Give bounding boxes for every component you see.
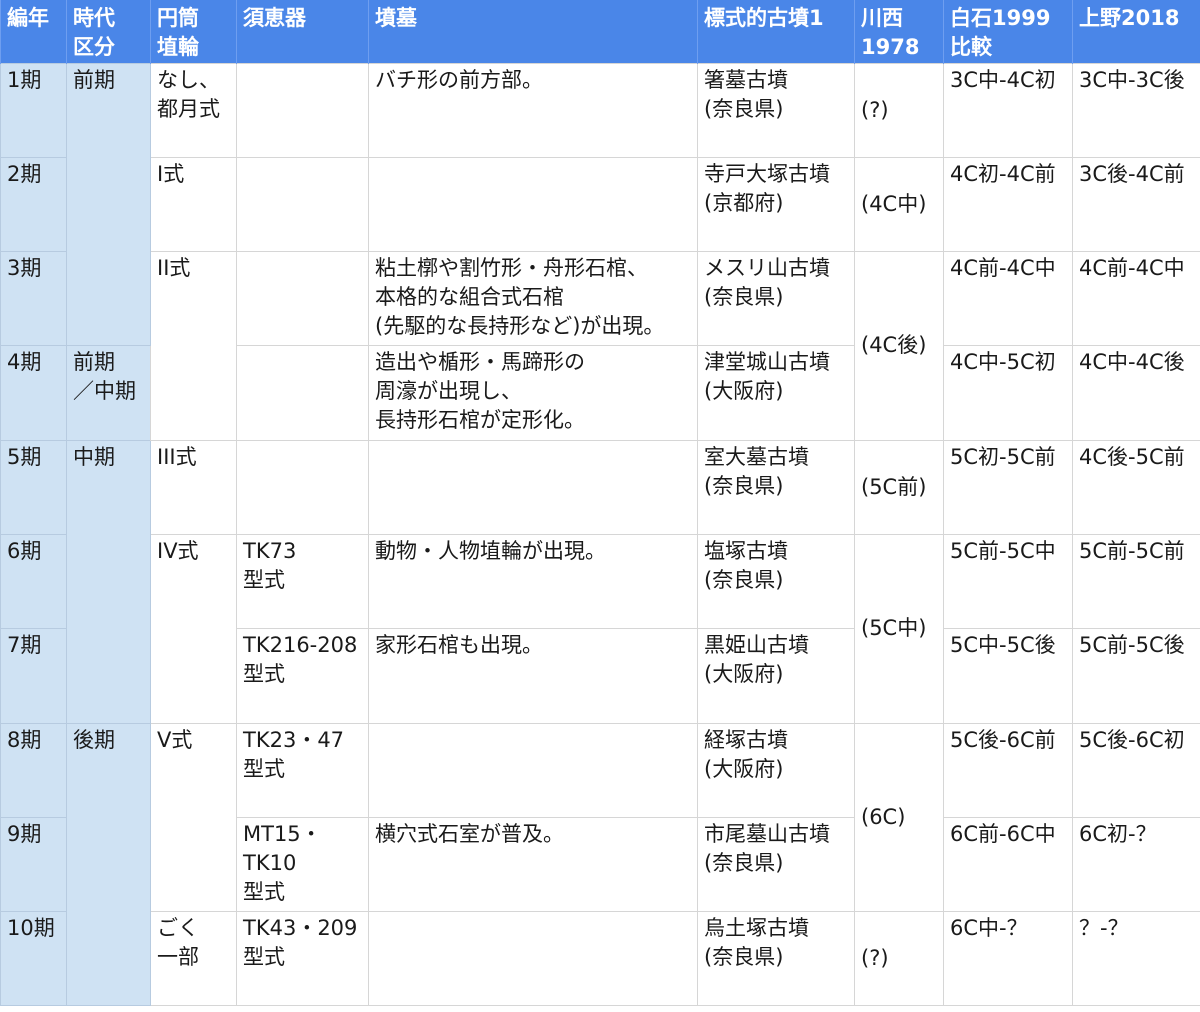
sueki-cell: TK216-208 型式 bbox=[236, 628, 369, 724]
kawanishi-cell: (?) bbox=[854, 62, 944, 158]
table-row: 3期 II式 粘土槨や割竹形・舟形石棺、 本格的な組合式石棺 (先駆的な長持形な… bbox=[0, 251, 1200, 441]
era-cell: 前期 bbox=[66, 62, 151, 347]
header-haniwa: 円筒 埴輪 bbox=[150, 0, 237, 63]
period-cell: 1期 bbox=[0, 62, 67, 158]
sueki-cell bbox=[236, 156, 369, 253]
period-cell: 5期 bbox=[0, 439, 67, 535]
era-cell: 前期 ／中期 bbox=[66, 345, 151, 441]
sueki-cell bbox=[236, 345, 369, 441]
header-sueki: 須恵器 bbox=[236, 0, 369, 63]
period-cell: 9期 bbox=[0, 816, 67, 913]
header-tombs: 墳墓 bbox=[368, 0, 698, 63]
ueno-cell: 6C初-？ bbox=[1072, 816, 1200, 913]
kofun-cell: 塩塚古墳 (奈良県) bbox=[697, 533, 855, 630]
tomb-cell: 粘土槨や割竹形・舟形石棺、 本格的な組合式石棺 (先駆的な長持形など)が出現。 bbox=[368, 251, 698, 347]
shiraishi-cell: 5C前-5C中 bbox=[943, 533, 1073, 630]
kawanishi-cell: (5C中) bbox=[854, 533, 944, 724]
period-cell: 3期 bbox=[0, 251, 67, 347]
header-era: 時代 区分 bbox=[66, 0, 151, 63]
ueno-cell: 3C中-3C後 bbox=[1072, 62, 1200, 158]
shiraishi-cell: 5C後-6C前 bbox=[943, 722, 1073, 818]
ueno-cell: 5C前-5C後 bbox=[1072, 628, 1200, 724]
sueki-cell bbox=[236, 251, 369, 347]
period-cell: 2期 bbox=[0, 156, 67, 253]
tomb-cell bbox=[368, 722, 698, 818]
header-chronology: 編年 bbox=[0, 0, 67, 63]
kawanishi-cell: (4C後) bbox=[854, 251, 944, 441]
period-cell: 6期 bbox=[0, 533, 67, 630]
sueki-cell: TK73 型式 bbox=[236, 533, 369, 630]
header-row: 編年 時代 区分 円筒 埴輪 須恵器 墳墓 標式的古墳1 川西 1978 白石1… bbox=[0, 0, 1200, 63]
tomb-cell bbox=[368, 156, 698, 253]
period-cell: 8期 bbox=[0, 722, 67, 818]
period-cell: 7期 bbox=[0, 628, 67, 724]
sueki-cell: TK23・47 型式 bbox=[236, 722, 369, 818]
ueno-cell: 5C前-5C前 bbox=[1072, 533, 1200, 630]
header-type-kofun: 標式的古墳1 bbox=[697, 0, 855, 63]
ueno-cell: 3C後-4C前 bbox=[1072, 156, 1200, 253]
era-cell: 後期 bbox=[66, 722, 151, 1007]
kofun-cell: 室大墓古墳 (奈良県) bbox=[697, 439, 855, 535]
kawanishi-cell: (4C中) bbox=[854, 156, 944, 253]
tomb-cell bbox=[368, 911, 698, 1007]
table-row: 6期 IV式 TK73 型式 動物・人物埴輪が出現。 塩塚古墳 (奈良県) (5… bbox=[0, 533, 1200, 724]
table-row: 2期 I式 寺戸大塚古墳 (京都府) (4C中) 4C初-4C前 3C後-4C前 bbox=[0, 156, 1200, 253]
kofun-cell: 黒姫山古墳 (大阪府) bbox=[697, 628, 855, 724]
table-row: 8期 後期 V式 TK23・47 型式 経塚古墳 (大阪府) (6C) 5C後-… bbox=[0, 722, 1200, 1007]
haniwa-cell: IV式 bbox=[150, 533, 237, 724]
haniwa-cell: なし、 都月式 bbox=[150, 62, 237, 158]
shiraishi-cell: 6C中-？ bbox=[943, 911, 1073, 1007]
header-shiraishi: 白石1999 比較 bbox=[943, 0, 1073, 63]
table-row: 1期 前期 なし、 都月式 バチ形の前方部。 箸墓古墳 (奈良県) (?) 3C… bbox=[0, 62, 1200, 347]
sueki-cell: TK43・209 型式 bbox=[236, 911, 369, 1007]
shiraishi-cell: 6C前-6C中 bbox=[943, 816, 1073, 913]
haniwa-cell: I式 bbox=[150, 156, 237, 253]
kofun-cell: 烏土塚古墳 (奈良県) bbox=[697, 911, 855, 1007]
tomb-cell: 造出や楯形・馬蹄形の 周濠が出現し、 長持形石棺が定形化。 bbox=[368, 345, 698, 441]
shiraishi-cell: 4C中-5C初 bbox=[943, 345, 1073, 441]
kofun-cell: 市尾墓山古墳 (奈良県) bbox=[697, 816, 855, 913]
table-row: 10期 ごく 一部 TK43・209 型式 烏土塚古墳 (奈良県) (?) 6C… bbox=[0, 911, 1200, 1007]
period-cell: 10期 bbox=[0, 911, 67, 1007]
kofun-cell: 津堂城山古墳 (大阪府) bbox=[697, 345, 855, 441]
ueno-cell: 4C中-4C後 bbox=[1072, 345, 1200, 441]
kofun-cell: 箸墓古墳 (奈良県) bbox=[697, 62, 855, 158]
kawanishi-cell: (5C前) bbox=[854, 439, 944, 535]
kofun-cell: 経塚古墳 (大阪府) bbox=[697, 722, 855, 818]
tomb-cell: バチ形の前方部。 bbox=[368, 62, 698, 158]
haniwa-cell: V式 bbox=[150, 722, 237, 913]
header-kawanishi: 川西 1978 bbox=[854, 0, 944, 63]
ueno-cell: 5C後-6C初 bbox=[1072, 722, 1200, 818]
ueno-cell: 4C後-5C前 bbox=[1072, 439, 1200, 535]
tomb-cell: 動物・人物埴輪が出現。 bbox=[368, 533, 698, 630]
ueno-cell: 4C前-4C中 bbox=[1072, 251, 1200, 347]
period-cell: 4期 bbox=[0, 345, 67, 441]
haniwa-cell: III式 bbox=[150, 439, 237, 535]
kofun-cell: 寺戸大塚古墳 (京都府) bbox=[697, 156, 855, 253]
shiraishi-cell: 5C初-5C前 bbox=[943, 439, 1073, 535]
shiraishi-cell: 4C前-4C中 bbox=[943, 251, 1073, 347]
haniwa-cell: II式 bbox=[150, 251, 237, 441]
kofun-chronology-table: 編年 時代 区分 円筒 埴輪 須恵器 墳墓 標式的古墳1 川西 1978 白石1… bbox=[0, 0, 1200, 1007]
tomb-cell: 横穴式石室が普及。 bbox=[368, 816, 698, 913]
era-cell: 中期 bbox=[66, 439, 151, 724]
kawanishi-cell: (?) bbox=[854, 911, 944, 1007]
haniwa-cell: ごく 一部 bbox=[150, 911, 237, 1007]
table-row: 5期 中期 III式 室大墓古墳 (奈良県) (5C前) 5C初-5C前 4C後… bbox=[0, 439, 1200, 724]
sueki-cell bbox=[236, 62, 369, 158]
tomb-cell: 家形石棺も出現。 bbox=[368, 628, 698, 724]
sueki-cell: MT15・ TK10 型式 bbox=[236, 816, 369, 913]
kawanishi-cell: (6C) bbox=[854, 722, 944, 913]
header-ueno: 上野2018 bbox=[1072, 0, 1200, 63]
sueki-cell bbox=[236, 439, 369, 535]
shiraishi-cell: 3C中-4C初 bbox=[943, 62, 1073, 158]
shiraishi-cell: 5C中-5C後 bbox=[943, 628, 1073, 724]
tomb-cell bbox=[368, 439, 698, 535]
ueno-cell: ？-？ bbox=[1072, 911, 1200, 1007]
shiraishi-cell: 4C初-4C前 bbox=[943, 156, 1073, 253]
kofun-cell: メスリ山古墳 (奈良県) bbox=[697, 251, 855, 347]
